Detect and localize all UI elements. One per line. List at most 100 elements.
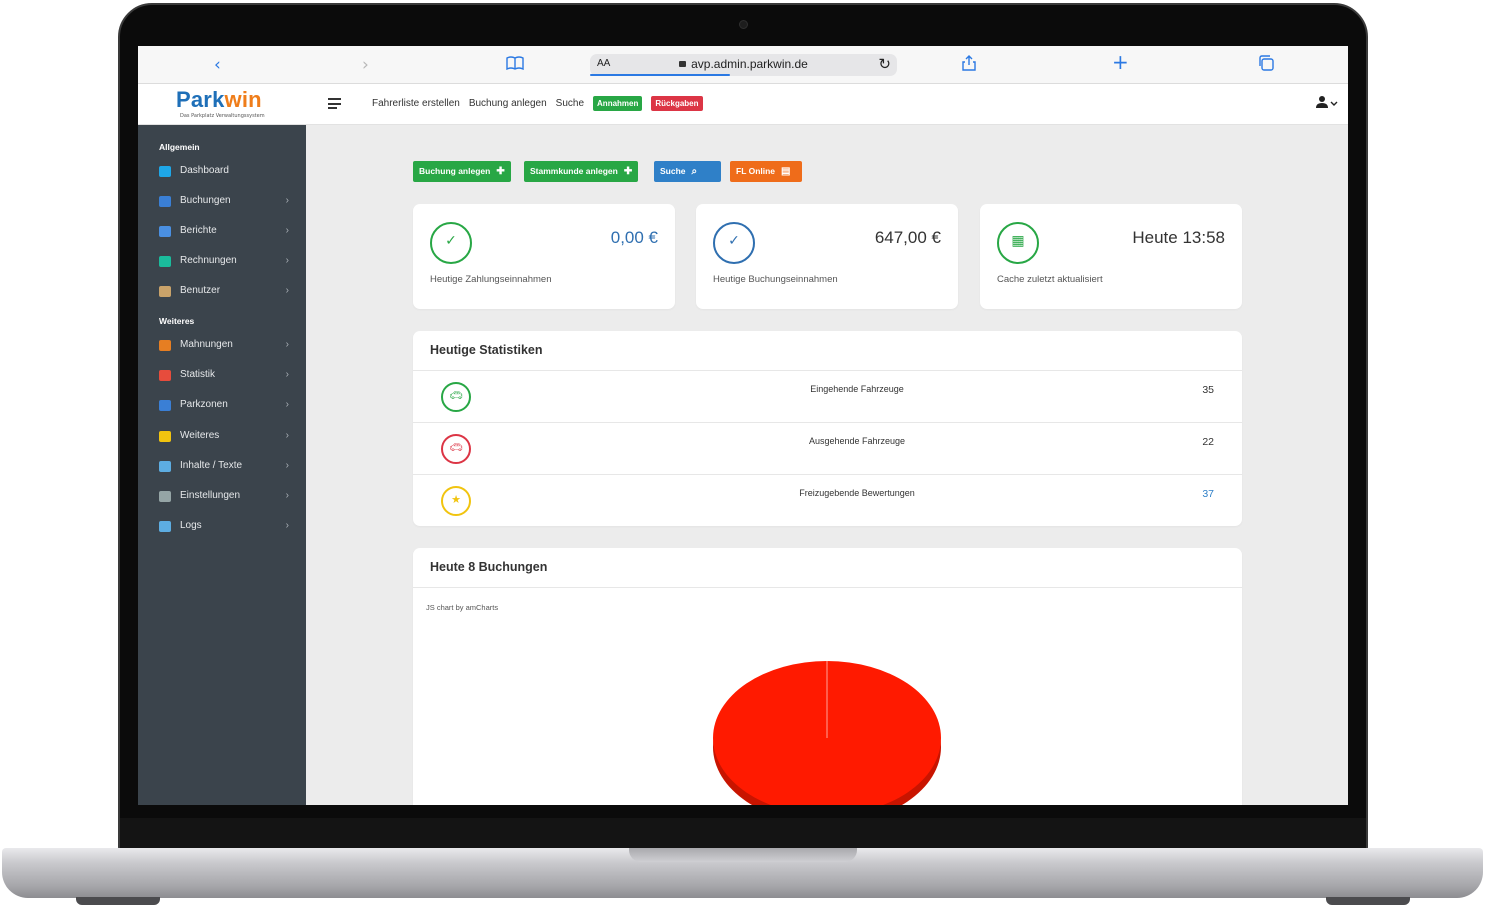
- stammkunde-anlegen-button[interactable]: Stammkunde anlegen ✚: [524, 161, 639, 182]
- app-header: Parkwin Das Parkplatz Verwaltungssystem …: [138, 84, 1348, 125]
- parking-icon: [159, 196, 171, 207]
- chevron-right-icon: ›: [285, 285, 289, 296]
- sidebar-item-label: Benutzer: [180, 285, 221, 296]
- parkwin-logo[interactable]: Parkwin Das Parkplatz Verwaltungssystem: [176, 88, 276, 120]
- user-menu-icon[interactable]: [1316, 95, 1340, 112]
- kpi-label: Heutige Zahlungseinnahmen: [430, 274, 552, 285]
- chevron-right-icon: ›: [285, 195, 289, 206]
- sidebar-item-label: Berichte: [180, 225, 217, 236]
- kpi-value: 647,00 €: [874, 228, 941, 247]
- sidebar-item-label: Einstellungen: [180, 490, 241, 501]
- plus-icon: ✚: [623, 166, 633, 177]
- stats-title: Heutige Statistiken: [430, 343, 543, 357]
- load-progress: [590, 74, 730, 76]
- chevron-right-icon: ›: [285, 520, 289, 531]
- menu-toggle-icon[interactable]: [328, 98, 341, 112]
- divider: [413, 587, 1242, 588]
- tabs-icon[interactable]: [1258, 55, 1274, 76]
- chevron-right-icon: ›: [285, 339, 289, 350]
- sidebar-item-rechnungen[interactable]: Rechnungen ›: [159, 253, 289, 271]
- content-icon: [159, 461, 171, 472]
- sidebar-item-label: Parkzonen: [180, 399, 228, 410]
- back-icon[interactable]: ‹: [214, 55, 221, 75]
- file-icon: ▤: [781, 166, 791, 177]
- camera: [739, 20, 748, 29]
- chevron-right-icon: ›: [285, 460, 289, 471]
- nav-fahrerliste[interactable]: Fahrerliste erstellen: [372, 98, 460, 109]
- chart-credit-link[interactable]: JS chart by amCharts: [426, 603, 498, 612]
- logs-icon: [159, 521, 171, 532]
- laptop-chin: [120, 818, 1366, 850]
- laptop-notch: [629, 848, 857, 862]
- sidebar-item-label: Statistik: [180, 369, 216, 380]
- kpi-label: Heutige Buchungseinnahmen: [713, 274, 838, 285]
- sidebar-item-statistik[interactable]: Statistik ›: [159, 367, 289, 385]
- check-icon: ✓: [430, 222, 472, 264]
- sidebar-section-weiteres: Weiteres: [159, 316, 195, 326]
- sidebar-item-benutzer[interactable]: Benutzer ›: [159, 283, 289, 301]
- rueckgaben-button[interactable]: Rückgaben: [651, 96, 703, 111]
- annahmen-button[interactable]: Annahmen: [593, 96, 643, 111]
- nav-suche[interactable]: Suche: [556, 98, 584, 109]
- nav-buchung-anlegen[interactable]: Buchung anlegen: [469, 98, 547, 109]
- forward-icon[interactable]: ›: [362, 55, 369, 75]
- address-bar[interactable]: AA avp.admin.parkwin.de ↻: [590, 54, 897, 76]
- buchung-anlegen-button[interactable]: Buchung anlegen ✚: [413, 161, 511, 182]
- sidebar-item-label: Logs: [180, 520, 202, 531]
- suche-button[interactable]: Suche ⌕: [654, 161, 721, 182]
- url-text: avp.admin.parkwin.de: [691, 57, 808, 71]
- plus-icon: ✚: [496, 166, 505, 177]
- kpi-value: 0,00 €: [610, 228, 658, 247]
- suche-label: Suche: [660, 166, 686, 176]
- sidebar: Allgemein Dashboard Buchungen › Berichte › Re…: [138, 125, 306, 805]
- sidebar-item-label: Weiteres: [180, 430, 220, 441]
- sidebar-item-inhalte-texte[interactable]: Inhalte / Texte ›: [159, 458, 289, 476]
- sidebar-item-buchungen[interactable]: Buchungen ›: [159, 193, 289, 211]
- laptop-foot-left: [76, 897, 160, 905]
- logo-tagline: Das Parkplatz Verwaltungssystem: [180, 113, 265, 119]
- sidebar-item-logs[interactable]: Logs ›: [159, 518, 289, 536]
- new-tab-icon[interactable]: +: [1112, 52, 1129, 72]
- bookings-title: Heute 8 Buchungen: [430, 560, 548, 574]
- main-content: Buchung anlegen ✚ Stammkunde anlegen ✚ Suc…: [306, 125, 1348, 805]
- laptop-foot-right: [1326, 897, 1410, 905]
- sidebar-item-berichte[interactable]: Berichte ›: [159, 223, 289, 241]
- parking-zone-icon: [159, 400, 171, 411]
- kpi-card-cache: ▦ Heute 13:58 Cache zuletzt aktualisiert: [980, 204, 1242, 309]
- kpi-card-buchungseinnahmen: ✓ 647,00 € Heutige Buchungseinnahmen: [696, 204, 958, 309]
- kpi-label: Cache zuletzt aktualisiert: [997, 274, 1103, 285]
- dashboard-icon: [159, 166, 171, 177]
- chevron-right-icon: ›: [285, 255, 289, 266]
- chevron-right-icon: ›: [285, 225, 289, 236]
- buchung-anlegen-label: Buchung anlegen: [419, 166, 491, 176]
- screen: ‹ › AA avp.admin.parkwin.de ↻ + Parkwin …: [138, 46, 1348, 805]
- stats-card: Heutige Statistiken 🚗︎ Eingehende Fahrze…: [413, 331, 1242, 526]
- sidebar-item-label: Dashboard: [180, 165, 229, 176]
- stats-row-ausgehend: 🚗︎ Ausgehende Fahrzeuge 22: [413, 423, 1242, 474]
- sidebar-item-dashboard[interactable]: Dashboard: [159, 163, 289, 181]
- lock-icon: [679, 61, 687, 67]
- stats-row-bewertungen[interactable]: ★ Freizugebende Bewertungen 37: [413, 475, 1242, 526]
- share-icon[interactable]: [962, 55, 976, 76]
- bookings-pie-chart: [713, 661, 941, 805]
- sidebar-item-weiteres[interactable]: Weiteres ›: [159, 428, 289, 446]
- bookmarks-icon[interactable]: [506, 55, 524, 75]
- stats-row-value-link[interactable]: 37: [1202, 488, 1214, 500]
- search-icon: ⌕: [691, 166, 698, 177]
- kpi-value: Heute 13:58: [1132, 228, 1225, 247]
- sidebar-item-label: Buchungen: [180, 195, 231, 206]
- stats-row-value: 35: [1202, 384, 1214, 396]
- sidebar-item-einstellungen[interactable]: Einstellungen ›: [159, 488, 289, 506]
- stats-row-eingehend: 🚗︎ Eingehende Fahrzeuge 35: [413, 371, 1242, 422]
- users-icon: [159, 286, 171, 297]
- sidebar-item-parkzonen[interactable]: Parkzonen ›: [159, 397, 289, 415]
- stats-row-name: Ausgehende Fahrzeuge: [808, 436, 906, 446]
- dunning-icon: [159, 340, 171, 351]
- sidebar-item-mahnungen[interactable]: Mahnungen ›: [159, 337, 289, 355]
- sidebar-item-label: Inhalte / Texte: [180, 460, 243, 471]
- sidebar-item-label: Mahnungen: [180, 339, 233, 350]
- reload-icon[interactable]: ↻: [878, 55, 891, 73]
- stats-row-name: Eingehende Fahrzeuge: [810, 384, 904, 394]
- fl-online-button[interactable]: FL Online ▤: [730, 161, 802, 182]
- more-icon: [159, 431, 171, 442]
